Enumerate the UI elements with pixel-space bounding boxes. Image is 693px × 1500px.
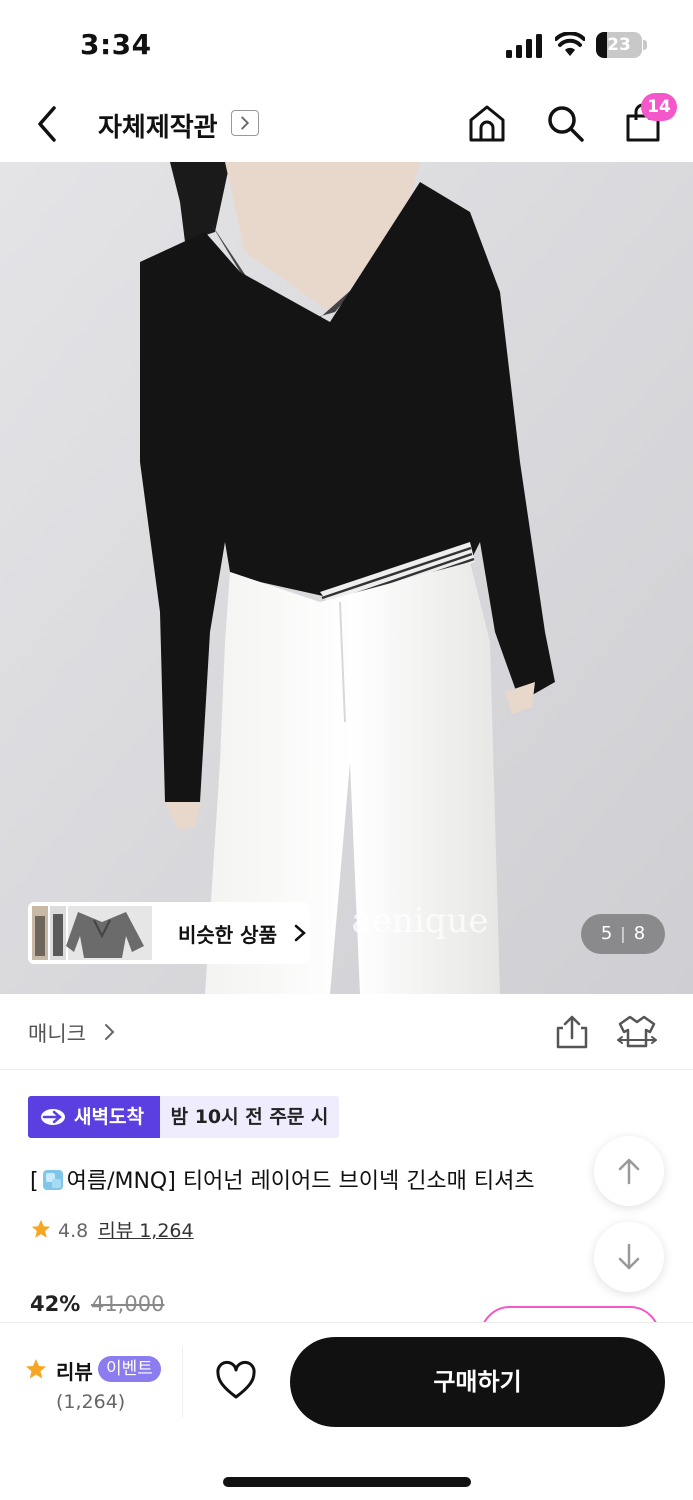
event-badge: 이벤트: [98, 1356, 161, 1382]
discount-percent: 42%: [30, 1292, 81, 1316]
product-title-text: 여름/MNQ] 티어넌 레이어드 브이넥 긴소매 티셔츠: [66, 1169, 535, 1194]
clothing-size-icon[interactable]: [616, 1014, 658, 1050]
ice-cube-icon: [42, 1170, 63, 1190]
cart-count-badge: 14: [641, 93, 677, 121]
brand-name-link[interactable]: 매니크: [28, 1018, 86, 1048]
search-icon[interactable]: [544, 102, 586, 144]
original-price: 41,000: [90, 1292, 165, 1316]
delivery-cutoff-note: 밤 10시 전 주문 시: [160, 1096, 339, 1138]
price-row: 42% 41,000: [30, 1292, 164, 1316]
top-nav-bar: 자체제작관: [0, 90, 693, 162]
product-title-bracket: [: [30, 1169, 39, 1194]
wifi-icon: [555, 32, 585, 56]
page-title[interactable]: 자체제작관: [98, 107, 218, 144]
review-count: (1,264): [56, 1391, 126, 1413]
similar-products-label: 비슷한 상품: [178, 923, 277, 947]
status-bar: 3:34 23: [0, 0, 693, 90]
product-photo: aenique: [0, 162, 693, 994]
product-title: [ 여름/MNQ] 티어넌 레이어드 브이넥 긴소매 티셔츠: [30, 1163, 605, 1195]
share-icon[interactable]: [554, 1014, 590, 1050]
delivery-arrow-icon: [41, 1109, 65, 1125]
similar-products-button[interactable]: 비슷한 상품: [28, 902, 309, 964]
brand-row: 매니크: [0, 994, 693, 1070]
image-watermark: aenique: [352, 901, 489, 941]
chevron-right-icon[interactable]: [104, 1022, 116, 1042]
star-icon: [31, 1219, 51, 1238]
status-time: 3:34: [80, 28, 152, 61]
star-icon: [26, 1359, 46, 1379]
review-label: 리뷰: [56, 1360, 93, 1384]
scroll-down-button[interactable]: [594, 1222, 664, 1292]
heart-icon[interactable]: [214, 1359, 258, 1403]
dawn-delivery-tag: 새벽도착: [28, 1096, 160, 1138]
review-count-link[interactable]: 리뷰 1,264: [98, 1220, 193, 1242]
bottom-action-bar: 리뷰 이벤트 (1,264) 구매하기: [0, 1322, 693, 1500]
battery-percent: 23: [607, 35, 631, 55]
image-counter: 5 | 8: [581, 914, 665, 954]
cellular-signal-icon: [506, 34, 542, 58]
image-total: 8: [633, 923, 646, 944]
title-chevron-right-icon[interactable]: [231, 110, 259, 136]
product-image-carousel[interactable]: aenique: [0, 162, 693, 994]
arrow-down-icon: [618, 1243, 640, 1270]
arrow-up-icon: [618, 1158, 640, 1185]
divider: [182, 1347, 183, 1417]
image-index: 5: [600, 923, 613, 944]
buy-button[interactable]: 구매하기: [290, 1337, 665, 1427]
back-arrow-icon[interactable]: [30, 104, 66, 144]
dawn-delivery-label: 새벽도착: [74, 1106, 144, 1128]
chevron-right-icon: [294, 924, 306, 942]
scroll-up-button[interactable]: [594, 1136, 664, 1206]
home-indicator: [223, 1477, 471, 1487]
home-icon[interactable]: [466, 102, 508, 144]
similar-products-thumbnails: [32, 906, 152, 960]
rating-score: 4.8: [58, 1220, 89, 1242]
battery-icon: 23: [596, 32, 648, 58]
rating-row: 4.8 리뷰 1,264: [30, 1216, 194, 1243]
review-summary-button[interactable]: 리뷰 이벤트 (1,264): [24, 1353, 174, 1423]
